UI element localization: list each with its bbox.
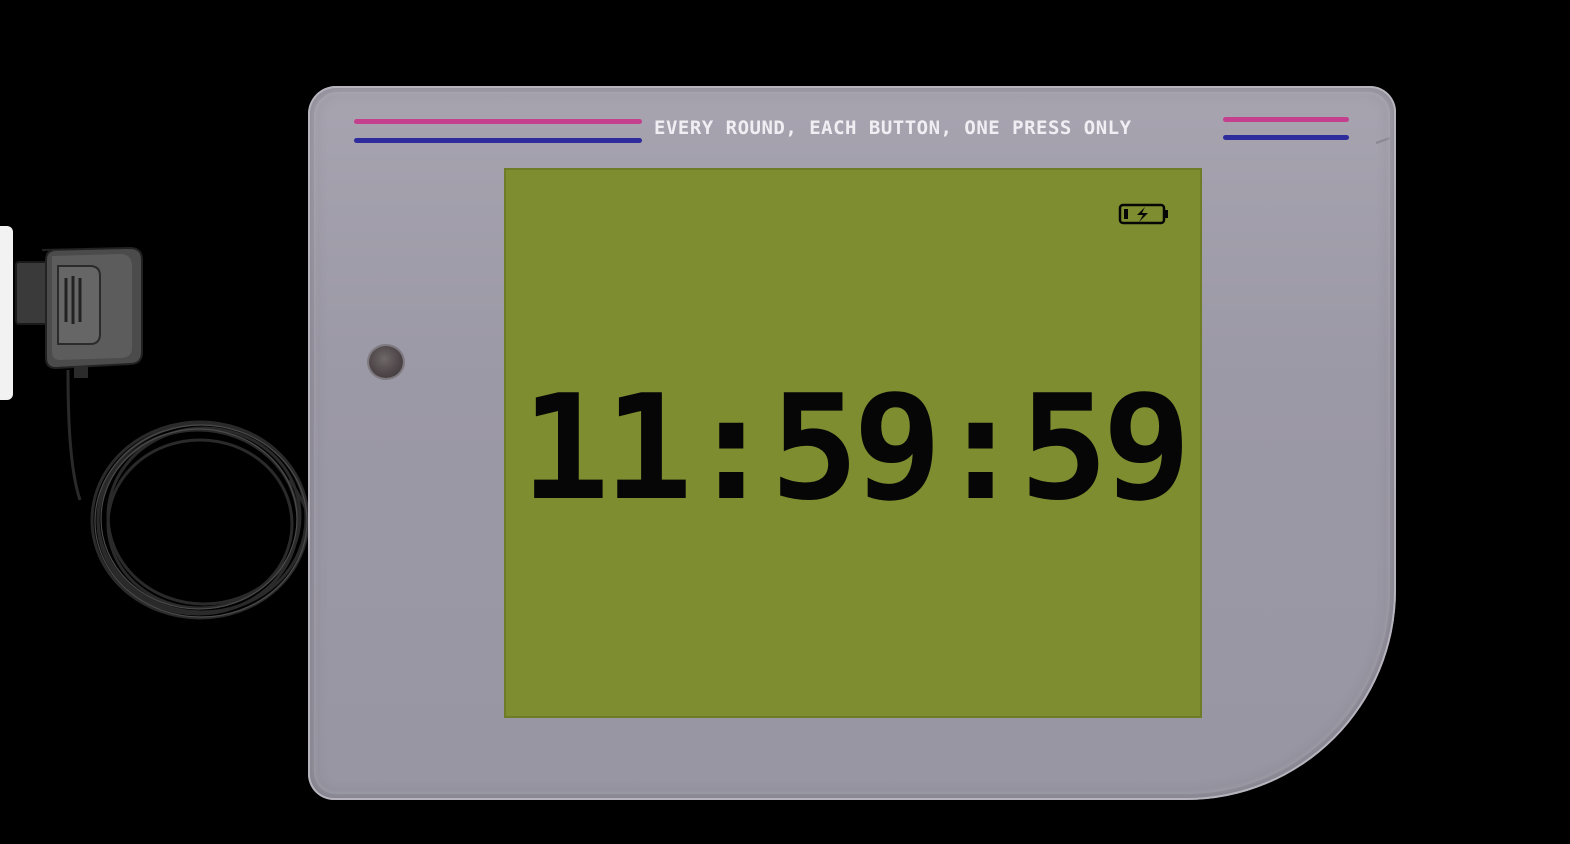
decor-stripe-blue — [354, 138, 642, 143]
cable-icon — [66, 369, 310, 620]
game-stage: EVERY ROUND, EACH BUTTON, ONE PRESS ONLY… — [0, 0, 1570, 844]
corner-screw-icon — [1375, 137, 1391, 144]
power-led-icon — [369, 346, 403, 378]
countdown-timer: 11:59:59 — [520, 363, 1192, 533]
decor-stripe-pink — [354, 119, 642, 124]
decor-stripe-pink — [1223, 117, 1349, 122]
battery-charging-icon — [1118, 203, 1168, 225]
console-body: EVERY ROUND, EACH BUTTON, ONE PRESS ONLY… — [308, 86, 1396, 800]
header-tagline: EVERY ROUND, EACH BUTTON, ONE PRESS ONLY — [654, 117, 1132, 139]
decor-stripe-blue — [1223, 135, 1349, 140]
lcd-screen: 11:59:59 — [504, 168, 1202, 718]
